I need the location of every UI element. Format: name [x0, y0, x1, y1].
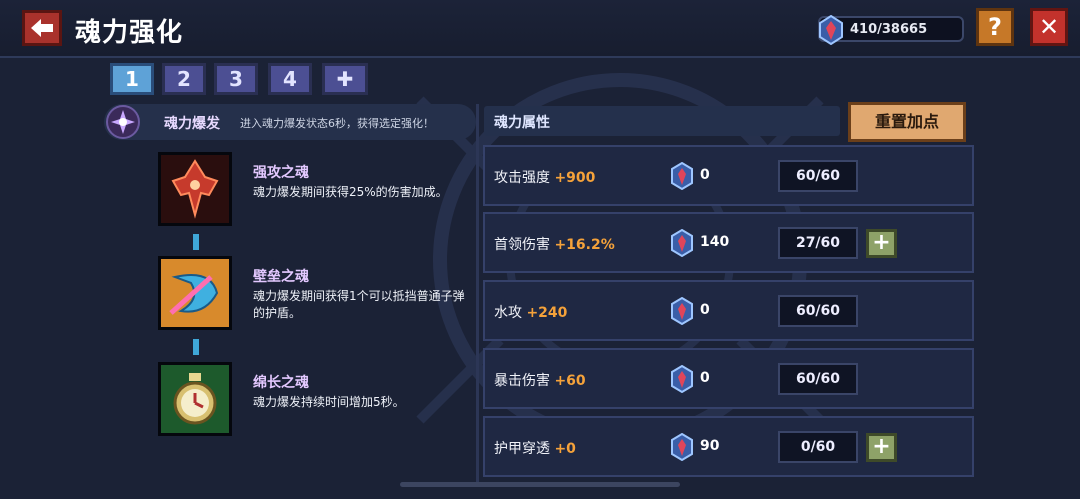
top-bar: 魂力强化 410/38665 ? ✕	[0, 0, 1080, 58]
soul-connector	[193, 234, 199, 250]
attribute-level: 27/60	[778, 227, 858, 259]
attribute-cost: 140	[700, 234, 730, 250]
soul-item-bulwark[interactable]: 壁垒之魂 魂力爆发期间获得1个可以抵挡普通子弹的护盾。	[158, 256, 465, 336]
soul-crystal-icon	[671, 433, 693, 461]
tab-2[interactable]: 2	[162, 63, 206, 95]
soul-item-endurance[interactable]: 绵长之魂 魂力爆发持续时间增加5秒。	[158, 362, 458, 442]
burst-title: 魂力爆发	[164, 116, 220, 132]
attribute-row-armor-pierce: 护甲穿透 +0 90 0/60 +	[483, 416, 974, 477]
soul-crystal-icon	[671, 297, 693, 325]
attribute-label: 护甲穿透	[494, 441, 550, 457]
attribute-cost: 0	[700, 167, 710, 183]
arrow-left-icon	[31, 19, 53, 37]
soul-crystal-icon	[819, 15, 843, 45]
soul-name: 绵长之魂	[253, 375, 309, 391]
soul-burst-panel: 魂力爆发 进入魂力爆发状态6秒，获得选定强化！ 强攻之魂 魂力爆发期间获得25%…	[104, 96, 476, 488]
attribute-level: 60/60	[778, 295, 858, 327]
attribute-bonus: +0	[554, 441, 576, 457]
panel-divider	[476, 104, 479, 484]
attribute-label: 暴击伤害	[494, 373, 550, 389]
burst-header: 魂力爆发 进入魂力爆发状态6秒，获得选定强化！	[104, 104, 476, 140]
soul-connector	[193, 339, 199, 355]
add-point-button[interactable]: +	[866, 433, 897, 462]
back-button[interactable]	[22, 10, 62, 46]
attribute-level: 0/60	[778, 431, 858, 463]
attribute-row-water-attack: 水攻 +240 0 60/60	[483, 280, 974, 341]
tab-3[interactable]: 3	[214, 63, 258, 95]
soul-currency-display: 410/38665	[818, 15, 964, 45]
add-tab-button[interactable]: ✚	[322, 63, 368, 95]
reset-points-button[interactable]: 重置加点	[848, 102, 966, 142]
burst-crystal-icon	[106, 105, 140, 139]
attribute-level: 60/60	[778, 160, 858, 192]
page-title: 魂力强化	[75, 18, 184, 48]
close-button[interactable]: ✕	[1030, 8, 1068, 46]
attribute-cost: 90	[700, 438, 720, 454]
attribute-row-crit-damage: 暴击伤害 +60 0 60/60	[483, 348, 974, 409]
soul-name: 强攻之魂	[253, 165, 309, 181]
attribute-level: 60/60	[778, 363, 858, 395]
attribute-row-boss-damage: 首领伤害 +16.2% 140 27/60 +	[483, 212, 974, 273]
attribute-label: 水攻	[494, 305, 522, 321]
soul-description: 魂力爆发期间获得1个可以抵挡普通子弹的护盾。	[253, 289, 465, 320]
soul-crystal-icon	[671, 229, 693, 257]
currency-amount: 410/38665	[850, 22, 928, 37]
endurance-soul-icon	[158, 362, 232, 436]
attributes-title: 魂力属性	[494, 115, 550, 131]
tab-4[interactable]: 4	[268, 63, 312, 95]
soul-name: 壁垒之魂	[253, 269, 309, 285]
burst-description: 进入魂力爆发状态6秒，获得选定强化！	[240, 117, 434, 130]
soul-description: 魂力爆发持续时间增加5秒。	[253, 395, 405, 409]
bulwark-soul-icon	[158, 256, 232, 330]
attribute-label: 首领伤害	[494, 237, 550, 253]
attribute-bonus: +900	[554, 170, 596, 186]
attributes-header: 魂力属性	[484, 106, 840, 136]
attribute-bonus: +240	[526, 305, 568, 321]
add-point-button[interactable]: +	[866, 229, 897, 258]
horizontal-scrollbar[interactable]	[400, 482, 680, 487]
tab-1[interactable]: 1	[110, 63, 154, 95]
attribute-bonus: +16.2%	[554, 237, 615, 253]
soul-item-attack[interactable]: 强攻之魂 魂力爆发期间获得25%的伤害加成。	[158, 152, 458, 232]
attribute-row-attack: 攻击强度 +900 0 60/60	[483, 145, 974, 206]
attack-soul-icon	[158, 152, 232, 226]
soul-crystal-icon	[671, 365, 693, 393]
attribute-cost: 0	[700, 370, 710, 386]
attribute-cost: 0	[700, 302, 710, 318]
attribute-bonus: +60	[554, 373, 586, 389]
soul-description: 魂力爆发期间获得25%的伤害加成。	[253, 185, 448, 199]
attribute-label: 攻击强度	[494, 170, 550, 186]
soul-crystal-icon	[671, 162, 693, 190]
help-button[interactable]: ?	[976, 8, 1014, 46]
